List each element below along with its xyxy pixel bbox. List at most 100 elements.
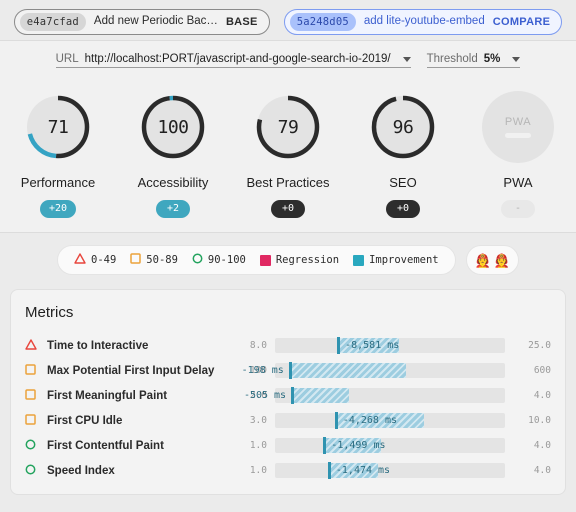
base-tag-label: BASE <box>225 15 258 28</box>
gauge-label: PWA <box>503 175 533 190</box>
chevron-down-icon <box>402 56 411 62</box>
legend-item: 90-100 <box>192 253 246 267</box>
pwa-bar-icon <box>505 133 531 138</box>
gauge-performance[interactable]: 71 Performance +20 <box>1 91 116 218</box>
score-ring: 100 <box>137 91 209 163</box>
metric-status-icon <box>25 362 47 380</box>
metric-label: Speed Index <box>47 464 115 477</box>
legend-item-label: 50-89 <box>146 254 178 266</box>
metric-label: First CPU Idle <box>47 414 123 427</box>
lighthouse-ci-diff-view: e4a7cfad Add new Periodic Bac… BASE 5a24… <box>0 0 576 512</box>
base-commit-hash: e4a7cfad <box>19 12 86 32</box>
metric-label: Max Potential First Input Delay <box>47 364 215 377</box>
url-selector[interactable]: URL http://localhost:PORT/javascript-and… <box>55 53 411 68</box>
legend-item: 0-49 <box>74 253 116 267</box>
metric-row[interactable]: First CPU Idle 3.0 -4,268 ms 10.0 <box>25 408 551 433</box>
gauge-label: Performance <box>20 175 96 190</box>
gauge-seo[interactable]: 96 SEO +0 <box>346 91 461 218</box>
metric-row[interactable]: Time to Interactive 8.0 -8,581 ms 25.0 <box>25 333 551 358</box>
gauge-best-practices[interactable]: 79 Best Practices +0 <box>231 91 346 218</box>
metric-label: First Contentful Paint <box>47 439 164 452</box>
delta-badge: +2 <box>156 200 190 218</box>
metric-delta-value: -8,581 ms <box>345 340 400 351</box>
threshold-selector[interactable]: Threshold 5% <box>426 52 521 68</box>
metric-delta-value: -1,499 ms <box>331 440 386 451</box>
category-gauges: 71 Performance +20 100 Accessibility +2 79 Best… <box>0 79 576 232</box>
circle-outline-icon <box>25 437 36 455</box>
metric-label: First Meaningful Paint <box>47 389 168 402</box>
metric-delta-value: -198 ms <box>241 365 284 376</box>
compare-tag-label: COMPARE <box>492 15 551 28</box>
metric-min-value: 1.0 <box>249 440 267 451</box>
triangle-outline-icon <box>74 253 86 267</box>
score-ring: 71 <box>22 91 94 163</box>
contributor-avatars[interactable]: 🧑‍🚒 🧑‍🚒 <box>465 245 519 275</box>
square-outline-icon <box>25 412 36 430</box>
avatar[interactable]: 🧑‍🚒 <box>475 254 491 267</box>
score-legend: 0-49 50-89 90-100 Regression Improvement <box>57 245 456 275</box>
metric-bar-track: -1,474 ms <box>275 462 505 479</box>
base-commit-chip[interactable]: e4a7cfad Add new Periodic Bac… BASE <box>13 8 270 36</box>
base-commit-message: Add new Periodic Bac… <box>93 15 218 28</box>
legend-zone: 0-49 50-89 90-100 Regression Improvement 🧑‍🚒… <box>0 233 576 289</box>
metric-row[interactable]: Speed Index 1.0 -1,474 ms 4.0 <box>25 458 551 483</box>
legend-item-label: Regression <box>275 254 340 266</box>
legend-item: 50-89 <box>130 253 178 267</box>
square-outline-icon <box>130 253 142 267</box>
pwa-label: PWA <box>504 116 532 128</box>
metric-label: Time to Interactive <box>47 339 149 352</box>
metric-baseline-marker <box>327 462 331 479</box>
metric-baseline-marker <box>334 412 338 429</box>
score-ring: 96 <box>367 91 439 163</box>
delta-badge: - <box>501 200 535 218</box>
square-filled-icon <box>259 254 271 266</box>
score-value: 100 <box>157 116 189 138</box>
gauge-pwa[interactable]: PWA PWA - <box>461 91 576 218</box>
metrics-card: Metrics Time to Interactive 8.0 -8,581 ms 2… <box>10 289 566 495</box>
delta-badge: +20 <box>39 200 77 218</box>
threshold-label: Threshold <box>426 52 478 65</box>
gauge-label: Accessibility <box>137 175 209 190</box>
legend-item-label: 90-100 <box>207 254 246 266</box>
metric-max-value: 4.0 <box>533 390 551 401</box>
metric-delta-value: -4,268 ms <box>342 415 397 426</box>
pwa-disk-icon: PWA <box>482 91 554 163</box>
compare-commit-message: add lite-youtube-embed <box>363 15 485 28</box>
metric-status-icon <box>25 437 47 455</box>
gauge-label: Best Practices <box>246 175 330 190</box>
metric-status-icon <box>25 387 47 405</box>
metric-max-value: 10.0 <box>528 415 551 426</box>
circle-outline-icon <box>25 462 36 480</box>
metric-bar-fill: -1,474 ms <box>327 463 390 478</box>
gauge-accessibility[interactable]: 100 Accessibility +2 <box>116 91 231 218</box>
metric-delta-value: -1,474 ms <box>335 465 391 476</box>
legend-item-label: Improvement <box>369 254 439 266</box>
metric-bar-track: -1,499 ms <box>275 437 505 454</box>
metric-row[interactable]: First Meaningful Paint 2.0 -505 ms 4.0 <box>25 383 551 408</box>
threshold-value: 5% <box>483 52 501 65</box>
metric-min-value: 3.0 <box>249 415 267 426</box>
legend-item-label: 0-49 <box>91 254 117 266</box>
compare-commit-hash: 5a248d05 <box>289 12 356 32</box>
metric-baseline-marker <box>337 337 341 354</box>
metric-bar-track: -198 ms <box>242 362 505 379</box>
metric-bar-fill: -4,268 ms <box>334 413 425 428</box>
square-filled-icon <box>353 254 365 266</box>
metric-status-icon <box>25 412 47 430</box>
url-threshold-row: URL http://localhost:PORT/javascript-and… <box>0 41 576 79</box>
metric-bar-fill: -198 ms <box>242 363 407 378</box>
score-value: 79 <box>277 116 299 138</box>
metric-baseline-marker <box>323 437 327 454</box>
delta-badge: +0 <box>386 200 420 218</box>
metric-max-value: 600 <box>533 365 551 376</box>
compare-commit-chip[interactable]: 5a248d05 add lite-youtube-embed COMPARE <box>283 8 563 36</box>
square-outline-icon <box>25 362 36 380</box>
metric-bar-track: -505 ms <box>244 387 505 404</box>
metric-status-icon <box>25 337 47 355</box>
avatar[interactable]: 🧑‍🚒 <box>494 254 510 267</box>
legend-item: Improvement <box>353 254 439 266</box>
metric-bar-track: -4,268 ms <box>275 412 505 429</box>
metric-row[interactable]: First Contentful Paint 1.0 -1,499 ms 4.0 <box>25 433 551 458</box>
metric-row[interactable]: Max Potential First Input Delay 100 -198 m… <box>25 358 551 383</box>
metric-min-value: 1.0 <box>249 465 267 476</box>
